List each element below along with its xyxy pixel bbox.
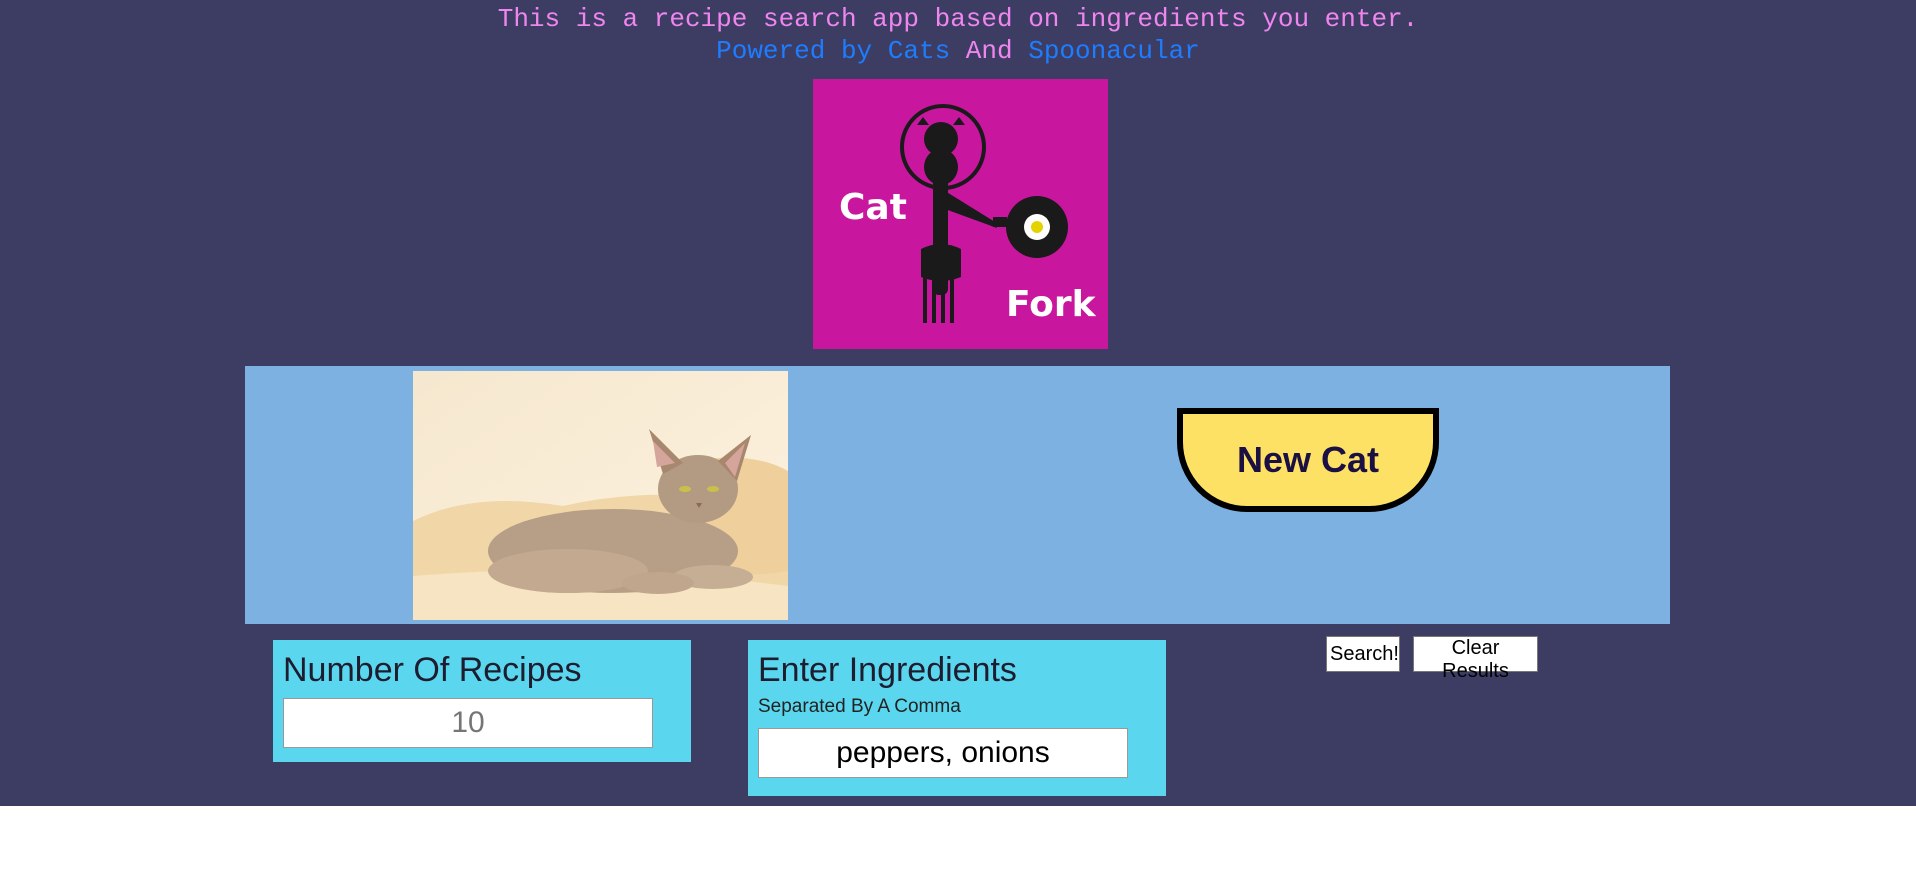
cat-banner: New Cat	[245, 366, 1670, 624]
logo-cat-word: Cat	[839, 187, 907, 228]
logo-fork-word: Fork	[1006, 284, 1097, 325]
number-of-recipes-panel: Number Of Recipes	[273, 640, 691, 762]
powered-by-cats-link[interactable]: Powered by Cats	[716, 36, 950, 66]
number-of-recipes-title: Number Of Recipes	[283, 651, 582, 689]
ingredients-title: Enter Ingredients	[758, 651, 1017, 689]
ingredients-input[interactable]	[758, 728, 1128, 778]
clear-results-button[interactable]: Clear Results	[1413, 636, 1538, 682]
cat-photo	[413, 371, 788, 620]
new-cat-button[interactable]: New Cat	[1177, 408, 1439, 512]
app-tagline: This is a recipe search app based on ing…	[497, 4, 1419, 34]
and-text: And	[965, 36, 1013, 66]
spoonacular-link[interactable]: Spoonacular	[1028, 36, 1200, 66]
catfork-logo: Cat Fork	[813, 79, 1108, 349]
search-button[interactable]: Search!	[1326, 636, 1400, 672]
ingredients-panel: Enter Ingredients Separated By A Comma	[748, 640, 1166, 796]
app-page: This is a recipe search app based on ing…	[0, 0, 1916, 806]
ingredients-subtitle: Separated By A Comma	[758, 696, 961, 717]
number-of-recipes-input[interactable]	[283, 698, 653, 748]
powered-by-line: Powered by Cats And Spoonacular	[0, 36, 1916, 66]
